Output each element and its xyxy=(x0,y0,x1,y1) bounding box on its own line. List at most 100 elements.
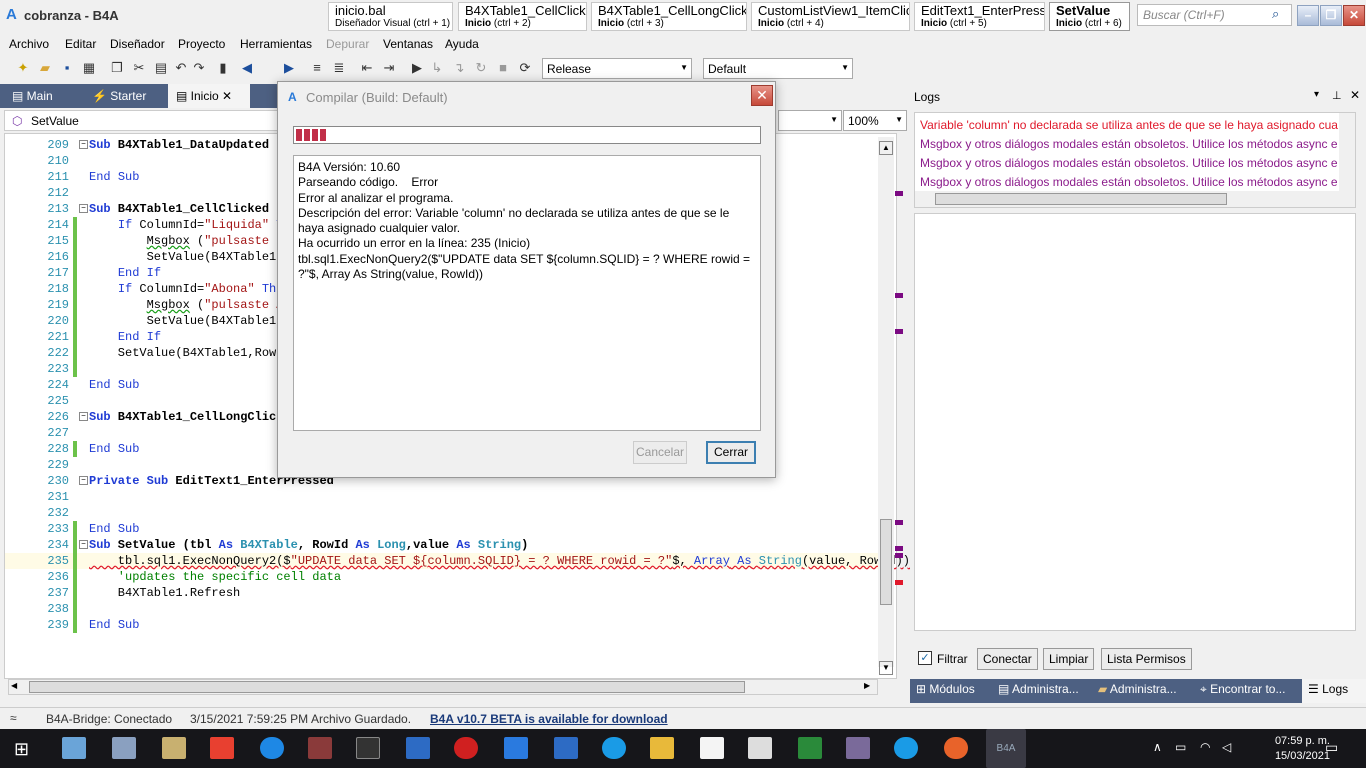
doc-tab-inicio-bal[interactable]: inicio.bal Diseñador Visual (ctrl + 1) xyxy=(328,2,453,31)
taskbar-git-icon[interactable] xyxy=(210,737,234,759)
warning-marker[interactable] xyxy=(895,293,903,298)
tab-find-all[interactable]: ⌖ Encontrar to... xyxy=(1200,682,1285,697)
log-warning-line[interactable]: Msgbox y otros diálogos modales están ob… xyxy=(920,137,1338,151)
dialog-close-button[interactable]: ✕ xyxy=(751,85,773,106)
taskbar-edge-icon[interactable] xyxy=(260,737,284,759)
step-into-icon[interactable]: ↴ xyxy=(450,59,468,77)
doc-tab-celllongclicked[interactable]: B4XTable1_CellLongClicked Inicio (ctrl +… xyxy=(591,2,747,31)
log-warning-line[interactable]: Msgbox y otros diálogos modales están ob… xyxy=(920,156,1338,170)
panel-menu-icon[interactable]: ▾ xyxy=(1314,89,1319,100)
taskbar-b4a-icon[interactable]: B4A xyxy=(986,729,1026,768)
taskbar-teamviewer-icon[interactable] xyxy=(602,737,626,759)
code-line[interactable]: 239 End Sub xyxy=(5,617,885,633)
maximize-button[interactable]: ❐ xyxy=(1320,5,1342,26)
taskbar-teamviewer-icon[interactable] xyxy=(894,737,918,759)
code-line[interactable]: 237 B4XTable1.Refresh xyxy=(5,585,885,601)
cancel-button[interactable]: Cancelar xyxy=(633,441,687,464)
fold-toggle-icon[interactable]: − xyxy=(79,140,88,149)
build-config-select[interactable]: Release ▼ xyxy=(542,58,692,79)
outdent-icon[interactable]: ⇤ xyxy=(358,59,376,77)
tab-starter[interactable]: ⚡ Starter xyxy=(84,84,154,108)
doc-tab-itemclick[interactable]: CustomListView1_ItemClick Inicio (ctrl +… xyxy=(751,2,910,31)
scroll-thumb[interactable] xyxy=(935,193,1227,205)
tab-admin-files[interactable]: ▰ Administra... xyxy=(1098,682,1177,696)
code-line[interactable]: 238 xyxy=(5,601,885,617)
fold-toggle-icon[interactable]: − xyxy=(79,540,88,549)
device-select[interactable]: Default ▼ xyxy=(703,58,853,79)
taskbar-app-icon[interactable] xyxy=(406,737,430,759)
error-marker[interactable] xyxy=(895,580,903,585)
battery-icon[interactable]: ▭ xyxy=(1175,740,1186,754)
taskbar-app-icon[interactable] xyxy=(846,737,870,759)
sub-selector-arrow[interactable]: ▼ xyxy=(778,110,842,131)
clear-button[interactable]: Limpiar xyxy=(1043,648,1095,670)
taskbar-app-icon[interactable] xyxy=(554,737,578,759)
vertical-scrollbar[interactable]: ▲ ▼ xyxy=(878,137,894,675)
code-line[interactable]: 231 xyxy=(5,489,885,505)
taskbar-app-icon[interactable] xyxy=(798,737,822,759)
permissions-button[interactable]: Lista Permisos xyxy=(1101,648,1192,670)
scroll-left-icon[interactable]: ◀ xyxy=(11,681,17,690)
code-line[interactable]: 236 'updates the specific cell data xyxy=(5,569,885,585)
search-input[interactable]: Buscar (Ctrl+F) xyxy=(1137,4,1292,26)
undo-icon[interactable]: ↶ xyxy=(172,59,190,77)
menu-ventanas[interactable]: Ventanas xyxy=(383,37,433,51)
taskbar-mail-icon[interactable] xyxy=(748,737,772,759)
logs-list[interactable]: Variable 'column' no declarada se utiliz… xyxy=(914,112,1356,208)
menu-archivo[interactable]: Archivo xyxy=(9,37,49,51)
menu-herramientas[interactable]: Herramientas xyxy=(240,37,312,51)
cut-icon[interactable]: ✂ xyxy=(130,59,148,77)
taskbar-vscode-icon[interactable] xyxy=(504,737,528,759)
bookmark-icon[interactable]: ▮ xyxy=(214,59,232,77)
zoom-select[interactable]: 100% ▼ xyxy=(843,110,907,131)
beta-download-link[interactable]: B4A v10.7 BETA is available for download xyxy=(430,712,668,726)
minimize-button[interactable]: – xyxy=(1297,5,1319,26)
taskbar-notepad-icon[interactable] xyxy=(700,737,724,759)
taskbar-app-icon[interactable] xyxy=(112,737,136,759)
menu-disenador[interactable]: Diseñador xyxy=(110,37,165,51)
close-button[interactable]: ✕ xyxy=(1343,5,1365,26)
taskbar-app-icon[interactable] xyxy=(454,737,478,759)
scroll-right-icon[interactable]: ▶ xyxy=(864,681,870,690)
logs-hscroll[interactable] xyxy=(915,191,1355,207)
tray-chevron-icon[interactable]: ∧ xyxy=(1153,740,1162,754)
navigate-forward-icon[interactable]: ▶ xyxy=(280,59,298,77)
open-folder-icon[interactable]: ▰ xyxy=(36,59,54,77)
code-line[interactable]: 232 xyxy=(5,505,885,521)
comment-icon[interactable]: ≡ xyxy=(308,59,326,77)
scroll-up-icon[interactable]: ▲ xyxy=(879,141,893,155)
close-panel-icon[interactable]: ✕ xyxy=(1350,88,1360,102)
new-file-icon[interactable]: ✦ xyxy=(14,59,32,77)
taskbar-app-icon[interactable] xyxy=(162,737,186,759)
taskbar-winrar-icon[interactable] xyxy=(308,737,332,759)
wifi-icon[interactable]: ◠ xyxy=(1200,740,1210,754)
restart-icon[interactable]: ↻ xyxy=(472,59,490,77)
tab-modulos[interactable]: ⊞ Módulos xyxy=(916,682,975,696)
navigate-back-icon[interactable]: ◀ xyxy=(238,59,256,77)
doc-tab-enterpressed[interactable]: EditText1_EnterPressed Inicio (ctrl + 5) xyxy=(914,2,1045,31)
code-line[interactable]: 234 − Sub SetValue (tbl As B4XTable, RowId… xyxy=(5,537,885,553)
logs-vscroll[interactable] xyxy=(1339,113,1355,191)
indent-icon[interactable]: ⇥ xyxy=(380,59,398,77)
tab-logs[interactable]: ☰ Logs xyxy=(1302,679,1366,703)
fold-toggle-icon[interactable]: − xyxy=(79,412,88,421)
menu-proyecto[interactable]: Proyecto xyxy=(178,37,225,51)
system-clock[interactable]: 07:59 p. m. 15/03/2021 xyxy=(1275,734,1330,764)
tab-main[interactable]: ▤ Main xyxy=(4,84,61,108)
log-warning-line[interactable]: Msgbox y otros diálogos modales están ob… xyxy=(920,175,1338,189)
volume-muted-icon[interactable]: ◁ xyxy=(1222,740,1231,754)
fold-toggle-icon[interactable]: − xyxy=(79,476,88,485)
scroll-down-icon[interactable]: ▼ xyxy=(879,661,893,675)
sub-selector[interactable]: ⬡ SetValue xyxy=(4,110,278,131)
code-line[interactable]: 235 tbl.sql1.ExecNonQuery2($"UPDATE data… xyxy=(5,553,910,569)
horizontal-scrollbar[interactable]: ◀ ▶ xyxy=(8,679,878,695)
doc-tab-cellclicked[interactable]: B4XTable1_CellClicked Inicio (ctrl + 2) xyxy=(458,2,587,31)
warning-marker[interactable] xyxy=(895,520,903,525)
menu-editar[interactable]: Editar xyxy=(65,37,96,51)
reload-icon[interactable]: ⟳ xyxy=(516,59,534,77)
save-icon[interactable]: ▪ xyxy=(58,59,76,77)
uncomment-icon[interactable]: ≣ xyxy=(330,59,348,77)
tab-admin-libraries[interactable]: ▤ Administra... xyxy=(998,682,1079,696)
scroll-thumb[interactable] xyxy=(29,681,745,693)
filter-checkbox[interactable]: ✓ xyxy=(918,651,932,665)
